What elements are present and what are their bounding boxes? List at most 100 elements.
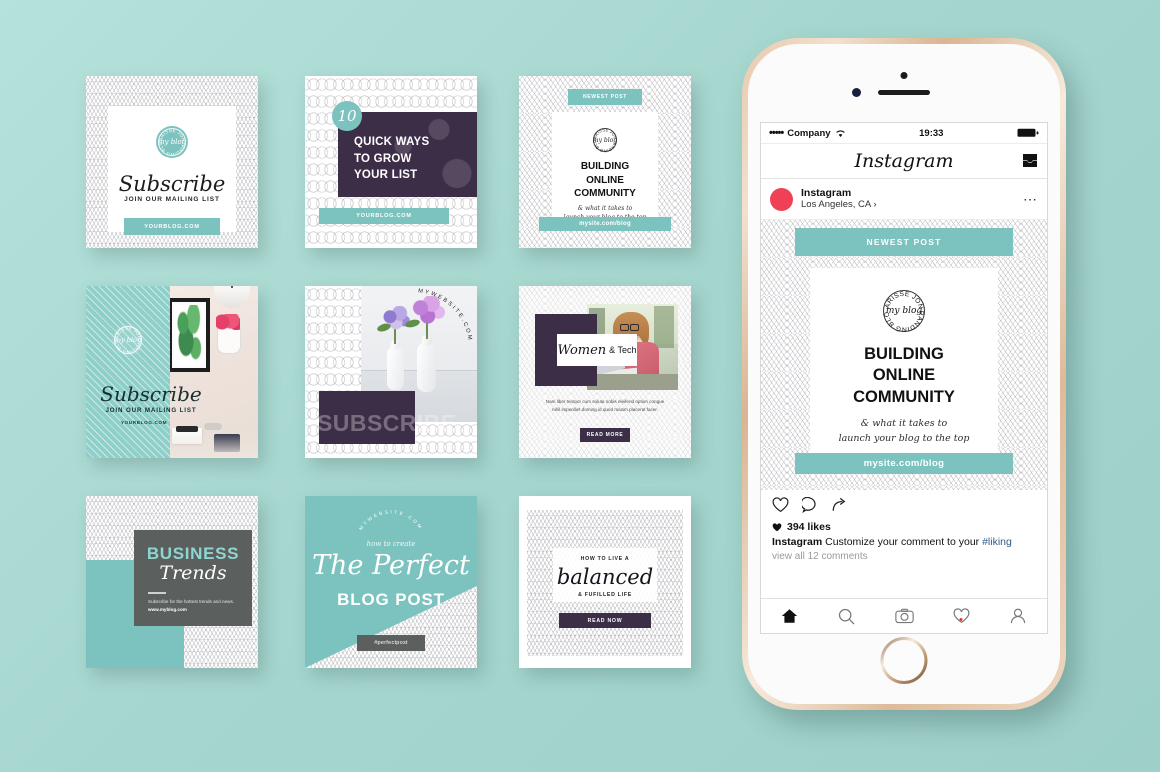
tab-home[interactable] — [761, 608, 818, 624]
caption-hashtag[interactable]: #liking — [982, 536, 1012, 548]
card1-cta-label: YOURBLOG.COM — [144, 223, 200, 230]
heart-icon[interactable] — [772, 497, 789, 513]
card-hydrangea-subscribe[interactable]: MYWEBSITE.COM SUBSCRIBE — [305, 286, 477, 458]
card3-url-bar[interactable]: mysite.com/blog — [539, 217, 671, 231]
card2-cta-label: YOURBLOG.COM — [356, 213, 412, 219]
card-building-community[interactable]: NEWEST POST CHARISSE JONES BRANDING BLOG… — [519, 76, 691, 248]
post-title: BUILDING ONLINE COMMUNITY — [810, 344, 998, 408]
post-action-bar — [761, 490, 1047, 520]
card-business-trends[interactable]: BUSINESS Trends Subscribe for the hottes… — [86, 496, 258, 668]
search-icon — [839, 608, 855, 624]
card3-title-line-2: ONLINE — [586, 174, 624, 186]
tab-profile[interactable] — [990, 608, 1047, 624]
post-badge-label: NEWEST POST — [866, 237, 942, 247]
post-image[interactable]: NEWEST POST CHARISSE JONES BRANDING BLOG… — [761, 220, 1047, 490]
card6-title-rest: & Tech — [609, 345, 637, 355]
post-title-line-1: BUILDING — [864, 345, 944, 363]
home-button[interactable] — [880, 637, 928, 684]
post-badge: NEWEST POST — [795, 228, 1013, 256]
card4-url: YOURBLOG.COM — [120, 420, 168, 425]
post-location[interactable]: Los Angeles, CA › — [801, 199, 877, 210]
post-meta: 394 likes Instagram Customize your comme… — [761, 520, 1047, 567]
svg-text:CHARISSE JONES: CHARISSE JONES — [112, 324, 142, 340]
card9-cta-label: READ NOW — [587, 617, 623, 624]
tab-activity[interactable] — [933, 608, 990, 624]
card1-title: Subscribe — [118, 172, 226, 196]
card3-title-line-3: COMMUNITY — [574, 188, 636, 199]
card-quick-ways[interactable]: QUICK WAYS TO GROW YOUR LIST 10 YOURBLOG… — [305, 76, 477, 248]
card8-curved-url-icon: MYWEBSITE.COM — [358, 509, 424, 531]
app-navbar: Instagram — [761, 144, 1047, 179]
post-header[interactable]: Instagram Los Angeles, CA › ⋯ — [761, 179, 1047, 220]
card2-title-line-1: QUICK WAYS — [354, 136, 430, 148]
card5-curved-text: MYWEBSITE.COM — [418, 288, 471, 342]
carrier-label: Company — [787, 127, 831, 139]
svg-text:MYWEBSITE.COM: MYWEBSITE.COM — [418, 288, 473, 342]
card6-cta-label: READ MORE — [586, 432, 624, 438]
card-balanced-life[interactable]: HOW TO LIVE A balanced & FUFILLED LIFE R… — [519, 496, 691, 668]
activity-badge-dot — [959, 618, 963, 621]
card7-body: Subscribe for the hottest trends and new… — [148, 599, 235, 604]
comment-icon[interactable] — [802, 497, 818, 513]
tab-search[interactable] — [818, 608, 875, 625]
earpiece-speaker-icon — [878, 90, 930, 95]
svg-text:CHARISSE JONES: CHARISSE JONES — [881, 288, 924, 310]
post-url-label: mysite.com/blog — [863, 458, 945, 469]
card-women-tech[interactable]: Women & Tech Nam liber tempor cum soluta… — [519, 286, 691, 458]
more-options-icon[interactable]: ⋯ — [1023, 191, 1038, 208]
app-tabbar — [761, 598, 1047, 633]
card3-title-line-1: BUILDING — [580, 161, 630, 172]
avatar[interactable] — [770, 187, 793, 211]
card8-badge[interactable]: #perfectpost — [357, 635, 425, 651]
post-caption: Instagram Customize your comment to your… — [772, 536, 1036, 548]
wifi-icon — [835, 129, 845, 137]
card9-subtitle: & FUFILLED LIFE — [578, 592, 632, 598]
front-camera-icon — [900, 72, 908, 79]
card8-title-script: The Perfect — [312, 550, 470, 581]
post-subtitle-line-1: & what it takes to — [860, 418, 948, 429]
brand-stamp-icon: CHARISSE JONES BRANDING BLOG my blog — [156, 126, 188, 158]
card9-cta-button[interactable]: READ NOW — [559, 613, 651, 628]
view-all-comments-link[interactable]: view all 12 comments — [772, 551, 1036, 562]
card6-cta-button[interactable]: READ MORE — [580, 428, 630, 442]
card4-teal-panel — [86, 286, 170, 458]
card4-photo — [170, 286, 258, 458]
inbox-icon[interactable] — [1022, 153, 1038, 168]
card4-title: Subscribe — [100, 382, 202, 406]
stamp-top-text: CHARISSE JONES — [112, 324, 142, 340]
stamp-top-text: CHARISSE JONES — [591, 126, 618, 140]
card-subscribe-photo[interactable]: CHARISSE JONES BRANDING BLOG my blog Sub… — [86, 286, 258, 458]
likes-row[interactable]: 394 likes — [772, 521, 1036, 533]
card2-title-line-3: YOUR LIST — [354, 169, 418, 182]
card2-title-line-2: TO GROW — [354, 152, 412, 165]
post-title-line-3: COMMUNITY — [853, 387, 955, 406]
card1-subtitle: JOIN OUR MAILING LIST — [124, 196, 220, 203]
card-subscribe-pattern[interactable]: CHARISSE JONES BRANDING BLOG my blog Sub… — [86, 76, 258, 248]
card3-badge: NEWEST POST — [568, 89, 642, 105]
card2-cta-button[interactable]: YOURBLOG.COM — [319, 208, 449, 224]
card9-eyebrow: HOW TO LIVE A — [580, 556, 630, 562]
card3-badge-label: NEWEST POST — [582, 94, 628, 100]
card7-url: www.myblog.com — [148, 607, 187, 612]
card1-cta-button[interactable]: YOURBLOG.COM — [124, 218, 220, 235]
post-url-bar[interactable]: mysite.com/blog — [795, 453, 1013, 474]
card-perfect-blog-post[interactable]: MYWEBSITE.COM how to create The Perfect … — [305, 496, 477, 668]
home-icon — [781, 609, 798, 623]
profile-icon — [1011, 608, 1026, 624]
share-icon[interactable] — [831, 497, 848, 513]
card8-badge-label: #perfectpost — [374, 640, 408, 646]
card8-eyebrow: how to create — [366, 540, 416, 548]
card5-overlay-word: SUBSCRIBE — [317, 410, 457, 436]
post-username[interactable]: Instagram — [801, 187, 877, 199]
tab-camera[interactable] — [875, 608, 932, 624]
caption-author[interactable]: Instagram — [772, 536, 822, 548]
post-subtitle: & what it takes to launch your blog to t… — [806, 417, 1002, 446]
post-subtitle-line-2: launch your blog to the top — [838, 432, 970, 444]
brand-stamp-icon: CHARISSE JONES BRANDING BLOG my blog — [881, 288, 927, 334]
svg-text:MYWEBSITE.COM: MYWEBSITE.COM — [358, 509, 424, 531]
brand-stamp-icon: CHARISSE JONES BRANDING BLOG my blog — [112, 324, 144, 356]
camera-icon — [894, 608, 914, 624]
card7-title-script: Trends — [159, 562, 227, 584]
likes-count: 394 likes — [787, 521, 831, 533]
card3-title: BUILDING ONLINE COMMUNITY — [552, 160, 658, 201]
